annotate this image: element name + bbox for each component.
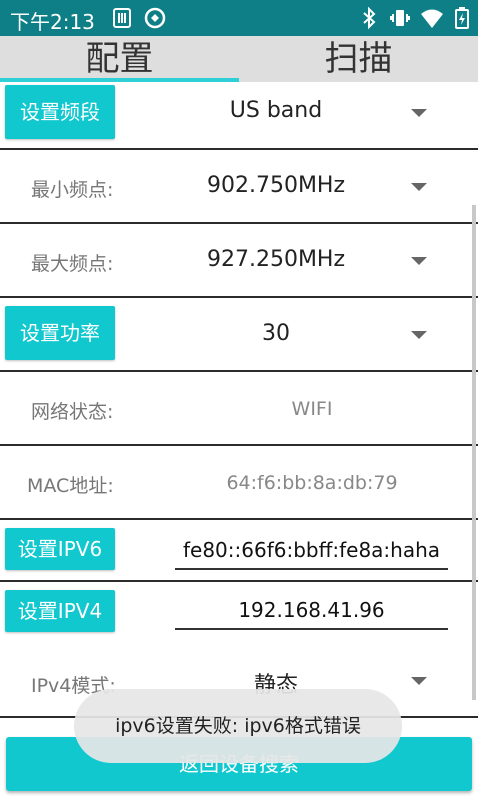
power-select-value[interactable]: 30 (176, 321, 376, 346)
row-power: 设置功率 30 (0, 298, 478, 372)
row-mac: MAC地址: 64:f6:bb:8a:db:79 (0, 446, 478, 520)
row-max-freq: 最大频点: 927.250MHz (0, 224, 478, 298)
set-ipv4-button[interactable]: 设置IPV4 (5, 590, 115, 632)
min-freq-label: 最小频点: (31, 179, 114, 201)
network-label: 网络状态: (31, 401, 114, 423)
wifi-icon (420, 6, 444, 30)
vibrate-icon (388, 6, 412, 30)
set-power-button[interactable]: 设置功率 (5, 306, 115, 360)
tab-scan[interactable]: 扫描 (239, 36, 478, 82)
toast-message: ipv6设置失败: ipv6格式错误 (74, 689, 402, 763)
tab-config[interactable]: 配置 (0, 36, 239, 82)
ipv4-input[interactable]: 192.168.41.96 (175, 598, 448, 630)
power-dropdown-caret-icon[interactable] (411, 331, 427, 339)
network-value: WIFI (291, 398, 333, 420)
band-select-value[interactable]: US band (176, 98, 376, 123)
battery-charging-icon (450, 6, 474, 30)
status-bar: 下午2:13 (0, 0, 478, 36)
max-freq-select-value[interactable]: 927.250MHz (176, 247, 376, 272)
set-ipv6-button[interactable]: 设置IPV6 (5, 528, 115, 570)
ipv6-input[interactable]: fe80::66f6:bbff:fe8a:haha (175, 538, 448, 570)
row-ipv4: 设置IPV4 192.168.41.96 (0, 582, 478, 646)
row-min-freq: 最小频点: 902.750MHz (0, 150, 478, 224)
row-ipv6: 设置IPV6 fe80::66f6:bbff:fe8a:haha (0, 520, 478, 582)
tab-bar: 配置 扫描 (0, 36, 478, 82)
set-band-button[interactable]: 设置频段 (5, 85, 115, 139)
mac-label: MAC地址: (27, 475, 114, 497)
bluetooth-icon (357, 6, 381, 30)
band-dropdown-caret-icon[interactable] (411, 109, 427, 117)
status-time: 下午2:13 (10, 10, 95, 34)
sync-icon (143, 6, 167, 30)
mac-value: 64:f6:bb:8a:db:79 (226, 472, 398, 494)
row-network: 网络状态: WIFI (0, 372, 478, 446)
max-freq-label: 最大频点: (31, 253, 114, 275)
ipv4-mode-dropdown-caret-icon[interactable] (411, 677, 427, 685)
scrollbar[interactable] (472, 205, 476, 700)
max-freq-dropdown-caret-icon[interactable] (411, 257, 427, 265)
row-band: 设置频段 US band (0, 82, 478, 150)
min-freq-dropdown-caret-icon[interactable] (411, 183, 427, 191)
min-freq-select-value[interactable]: 902.750MHz (176, 173, 376, 198)
sim-card-icon (110, 6, 134, 30)
